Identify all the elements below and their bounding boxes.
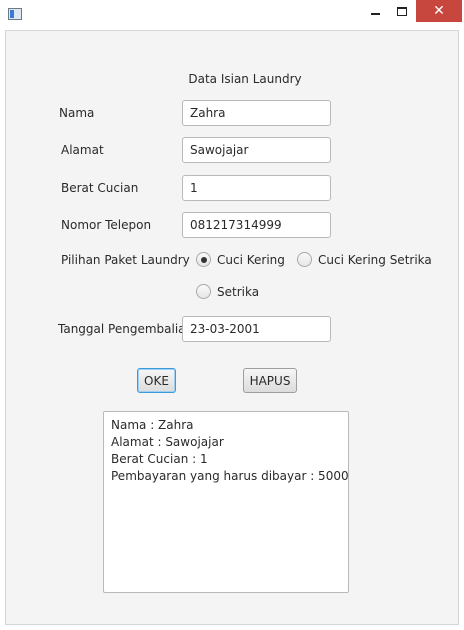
radio-cuci-kering-label: Cuci Kering [217, 252, 285, 267]
alamat-label: Alamat [61, 143, 104, 157]
title-bar: ✕ [0, 0, 464, 28]
alamat-field[interactable]: Sawojajar [182, 137, 331, 163]
tanggal-pengembalian-field[interactable]: 23-03-2001 [182, 316, 331, 342]
radio-cuci-kering-setrika-label: Cuci Kering Setrika [318, 252, 432, 267]
java-app-icon [8, 8, 22, 20]
radio-cuci-kering[interactable]: Cuci Kering [196, 252, 285, 267]
output-line: Alamat : Sawojajar [111, 435, 224, 449]
berat-cucian-label: Berat Cucian [61, 181, 139, 195]
output-line: Nama : Zahra [111, 418, 194, 432]
output-line: Berat Cucian : 1 [111, 452, 208, 466]
nomor-telepon-label: Nomor Telepon [61, 218, 152, 232]
minimize-button[interactable] [362, 0, 388, 22]
minimize-icon [370, 13, 380, 15]
maximize-button[interactable] [389, 0, 415, 22]
oke-button[interactable]: OKE [137, 368, 176, 393]
radio-selected-icon [196, 252, 211, 267]
radio-cuci-kering-setrika[interactable]: Cuci Kering Setrika [297, 252, 432, 267]
maximize-icon [397, 6, 407, 16]
tanggal-pengembalian-label: Tanggal Pengembalian [58, 322, 194, 336]
radio-setrika-label: Setrika [217, 284, 260, 299]
nama-label: Nama [59, 106, 95, 120]
form-heading: Data Isian Laundry [188, 72, 302, 86]
berat-cucian-field[interactable]: 1 [182, 175, 331, 201]
radio-unselected-icon [196, 284, 211, 299]
nomor-telepon-field[interactable]: 081217314999 [182, 212, 331, 238]
hapus-button[interactable]: HAPUS [243, 368, 297, 393]
paket-laundry-label: Pilihan Paket Laundry [61, 253, 190, 267]
output-textarea[interactable]: Nama : Zahra Alamat : Sawojajar Berat Cu… [103, 411, 349, 593]
radio-setrika[interactable]: Setrika [196, 284, 259, 299]
close-button[interactable]: ✕ [416, 0, 462, 22]
close-icon: ✕ [433, 3, 445, 19]
radio-unselected-icon [297, 252, 312, 267]
nama-field[interactable]: Zahra [182, 100, 331, 126]
output-line: Pembayaran yang harus dibayar : 5000 [111, 469, 349, 483]
